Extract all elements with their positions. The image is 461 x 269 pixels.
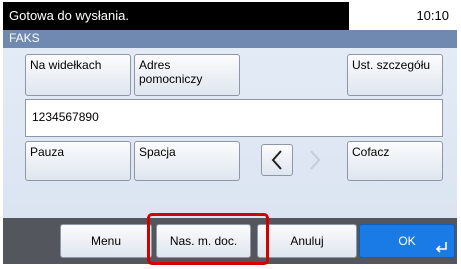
ok-button[interactable]: OK — [359, 224, 455, 258]
menu-button[interactable]: Menu — [60, 224, 152, 258]
space-label: Spacja — [139, 145, 176, 159]
cursor-left-button[interactable] — [261, 144, 293, 176]
backspace-label: Cofacz — [352, 145, 390, 159]
main-panel: Na widełkach Adres pomocniczy Ust. szcze… — [3, 48, 457, 218]
detail-settings-button[interactable]: Ust. szczegółu — [347, 54, 443, 96]
menu-label: Menu — [90, 234, 122, 248]
address-helper-label-line1: Adres — [139, 58, 171, 72]
on-hook-button[interactable]: Na widełkach — [25, 54, 131, 96]
pause-button[interactable]: Pauza — [25, 141, 131, 181]
backspace-button[interactable]: Cofacz — [347, 141, 443, 181]
cursor-left-icon — [271, 150, 282, 170]
send-doc-label: Nas. m. doc. — [169, 234, 238, 248]
cancel-label: Anuluj — [290, 234, 324, 248]
send-doc-button[interactable]: Nas. m. doc. — [156, 224, 251, 258]
address-helper-label-line2: pomocniczy — [139, 72, 203, 86]
status-bar: Gotowa do wysłania. 10:10 — [3, 2, 457, 30]
status-time: 10:10 — [416, 8, 449, 23]
address-helper-button[interactable]: Adres pomocniczy — [134, 54, 240, 96]
ok-label: OK — [398, 234, 416, 248]
fax-screen: Gotowa do wysłania. 10:10 FAKS Na widełk… — [3, 2, 457, 264]
enter-icon — [435, 242, 447, 253]
cursor-right-icon — [310, 150, 321, 170]
pause-label: Pauza — [30, 145, 65, 159]
title-bar: FAKS — [3, 30, 457, 48]
space-button[interactable]: Spacja — [134, 141, 240, 181]
on-hook-label: Na widełkach — [30, 58, 102, 72]
fax-number-field[interactable]: 1234567890 — [25, 99, 443, 137]
cursor-right-button[interactable] — [299, 144, 331, 176]
fax-number-value: 1234567890 — [32, 110, 99, 124]
status-message: Gotowa do wysłania. — [9, 8, 129, 23]
cancel-button[interactable]: Anuluj — [257, 224, 357, 258]
bottom-bar: Menu Nas. m. doc. Anuluj OK — [3, 218, 457, 264]
clock-area: 10:10 — [349, 2, 457, 30]
page-title: FAKS — [9, 31, 40, 45]
detail-settings-label: Ust. szczegółu — [352, 58, 431, 72]
